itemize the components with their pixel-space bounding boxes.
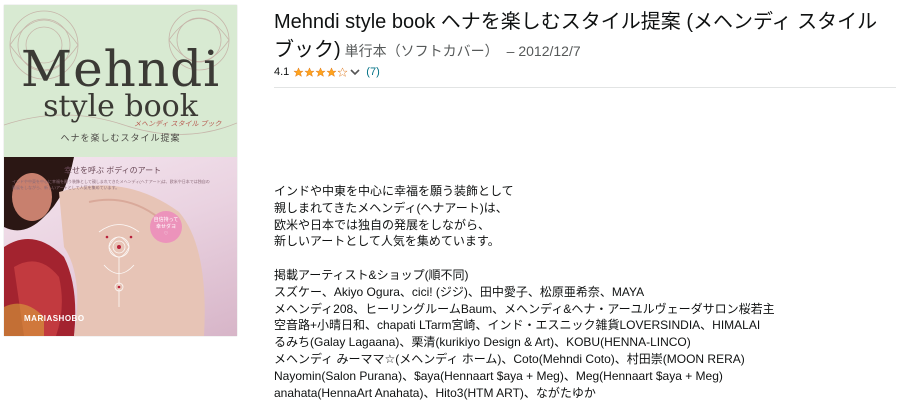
description-line: 新しいアートとして人気を集めています。	[274, 234, 500, 249]
cover-photo-body-text: インドや中東を中心に幸福を願う装飾として親しまれてきたメヘンディ(ヘナアート)は…	[12, 179, 210, 190]
artists-line: メヘンディ208、ヒーリングルームBaum、メヘンディ&ヘナ・アーユルヴェーダサ…	[274, 301, 775, 316]
cover-photo: 幸せを呼ぶ ボディのアート インドや中東を中心に幸福を願う装飾として親しまれてき…	[4, 157, 237, 336]
cover-catchphrase: ヘナを楽しむスタイル提案	[60, 134, 181, 144]
cover-publisher-logo: MARIASHOBO	[24, 314, 85, 323]
star-filled-icon	[293, 66, 305, 77]
cover-badge-line1: 自信持って	[153, 216, 179, 223]
star-filled-icon	[315, 66, 327, 77]
heart-icon: ♡	[163, 230, 169, 237]
divider	[274, 87, 896, 88]
artists-line: るみち(Galay Lagaana)、栗清(kurikiyo Design & …	[274, 335, 691, 350]
description-line: 欧米や日本では独自の発展をしながら、	[274, 217, 491, 232]
rating-row: 4.1 (7)	[274, 64, 380, 80]
artists-line: メヘンディ みーママ☆(メヘンディ ホーム)、Coto(Mehndi Coto)…	[274, 351, 745, 366]
star-rating[interactable]	[293, 66, 349, 78]
cover-subtitle-kana: メヘンディ スタイル ブック	[134, 121, 222, 128]
star-filled-icon	[304, 66, 316, 77]
product-publication-date: – 2012/12/7	[506, 43, 581, 59]
review-count-link[interactable]: (7)	[366, 66, 379, 78]
artists-line: 空音路+小晴日和、chapati LTarm宮崎、インド・エスニック雑貨LOVE…	[274, 318, 761, 333]
star-filled-icon	[326, 66, 338, 77]
product-description: インドや中東を中心に幸福を願う装飾として 親しまれてきたメヘンディ(ヘナアート)…	[274, 183, 894, 401]
cover-title: Mehndi	[20, 40, 221, 98]
artists-heading: 掲載アーティスト&ショップ(順不同)	[274, 267, 469, 282]
product-format[interactable]: 単行本（ソフトカバー）	[345, 43, 499, 59]
rating-value: 4.1	[274, 66, 290, 78]
cover-top-panel: Mehndi style book メヘンディ スタイル ブック ヘナを楽しむス…	[4, 5, 237, 157]
star-empty-icon	[337, 66, 349, 77]
description-line: インドや中東を中心に幸福を願う装飾として	[274, 184, 514, 198]
artists-line: anahata(HennaArt Anahata)、Hito3(HTM ART)…	[274, 385, 596, 400]
artists-line: スズケー、Akiyo Ogura、cici! (ジジ)、田中愛子、松原亜希奈、M…	[274, 284, 645, 299]
book-cover-image[interactable]: Mehndi style book メヘンディ スタイル ブック ヘナを楽しむス…	[4, 5, 237, 336]
cover-photo-heading: 幸せを呼ぶ ボディのアート	[64, 166, 162, 175]
artists-line: Nayomin(Salon Purana)、$aya(Hennaart $aya…	[274, 368, 723, 383]
chevron-down-icon[interactable]	[350, 68, 360, 76]
product-title-block: Mehndi style book ヘナを楽しむスタイル提案 (メヘンディ スタ…	[274, 8, 884, 65]
cover-badge-line2: 幸せダヨ	[155, 223, 176, 230]
description-line: 親しまれてきたメヘンディ(ヘナアート)は、	[274, 200, 508, 215]
cover-badge: 自信持って 幸せダヨ ♡	[150, 211, 182, 243]
